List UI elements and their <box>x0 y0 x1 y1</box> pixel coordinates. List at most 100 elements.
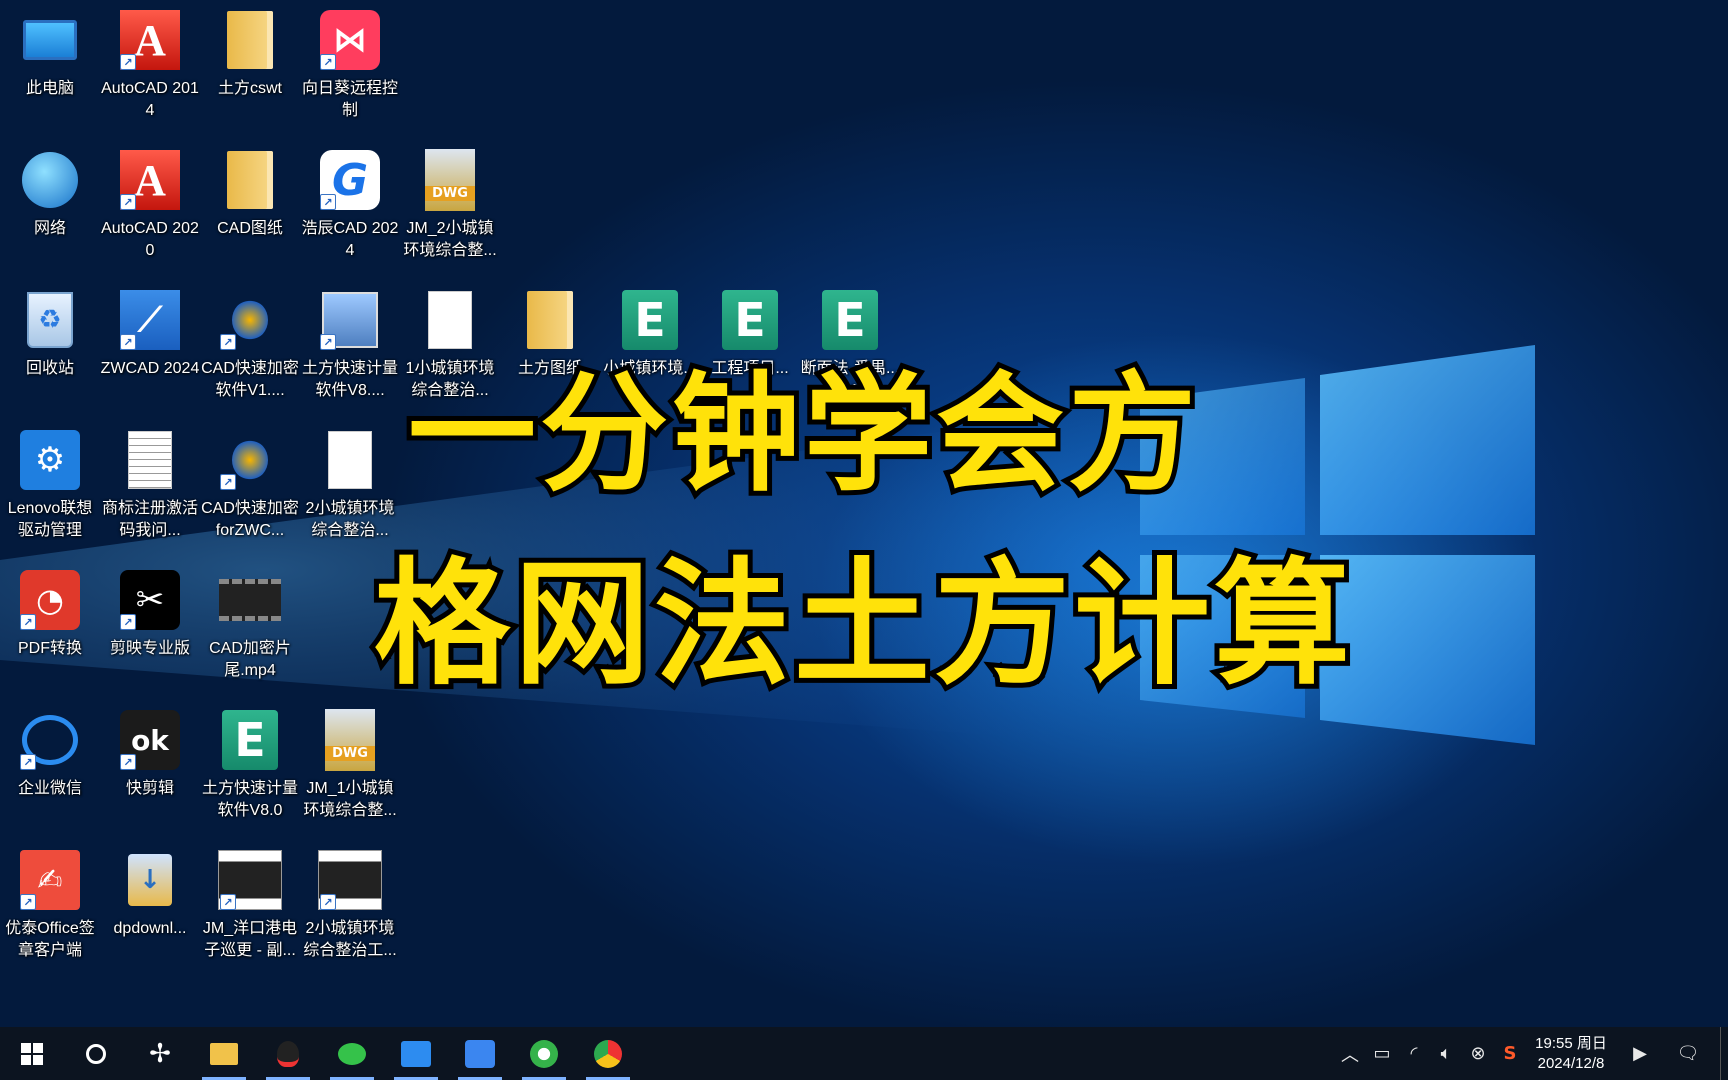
notification-icon[interactable]: 🗨︎ <box>1664 1027 1712 1080</box>
taskbar-app-chrome[interactable] <box>576 1027 640 1080</box>
chevron-up-icon[interactable]: ︿ <box>1334 1027 1366 1080</box>
shortcut-arrow-icon: ↗ <box>20 894 36 910</box>
autocad-icon: A ↗ <box>118 148 182 212</box>
download-icon: ↓ <box>118 848 182 912</box>
sunlogin-icon: ⋈ ↗ <box>318 8 382 72</box>
desktop-icon[interactable]: A ↗ AutoCAD 2020 <box>100 140 200 270</box>
taskbar-app-explorer[interactable] <box>192 1027 256 1080</box>
computer-icon <box>18 8 82 72</box>
search-circle-icon <box>86 1043 106 1064</box>
e-file-icon: E <box>618 288 682 352</box>
desktop-icon-label: 向日葵远程控制 <box>301 80 398 119</box>
desktop-icon[interactable]: ↓ dpdownl... <box>100 840 200 970</box>
desktop-icon-label: 土方快速计量软件V8.0 <box>201 780 298 819</box>
image-file-icon: ↗ <box>218 848 282 912</box>
start-button[interactable] <box>0 1027 64 1080</box>
desktop-icon-label: 快剪辑 <box>125 780 174 797</box>
desktop-icon[interactable]: DWG JM_1小城镇环境综合整... <box>300 700 400 830</box>
overlay-title-line1: 一分钟学会方 <box>403 355 1201 514</box>
bird-icon <box>465 1039 495 1068</box>
wifi-icon[interactable]: ◜ <box>1398 1027 1430 1080</box>
show-desktop-button[interactable] <box>1720 1027 1728 1080</box>
shortcut-arrow-icon: ↗ <box>320 334 336 350</box>
e-file-icon: E <box>818 288 882 352</box>
clock-time: 19:55 周日 <box>1535 1034 1607 1052</box>
windows-icon <box>21 1042 43 1065</box>
network-off-icon[interactable]: ⊗ <box>1462 1027 1494 1080</box>
kuaijianji-icon: ok ↗ <box>118 708 182 772</box>
e-file-icon: E <box>718 288 782 352</box>
taskbar-app-qq[interactable] <box>256 1027 320 1080</box>
desktop-icon-label: JM_洋口港电子巡更 - 副... <box>202 920 298 959</box>
recycle-bin-icon: ♻ <box>18 288 82 352</box>
desktop-icon[interactable]: ✍ ↗ 优泰Office签章客户端 <box>0 840 100 970</box>
chrome-icon <box>594 1039 622 1068</box>
desktop-icon[interactable]: CAD图纸 <box>200 140 300 270</box>
shortcut-arrow-icon: ↗ <box>320 894 336 910</box>
desktop-icon-label: JM_1小城镇环境综合整... <box>303 780 397 819</box>
shortcut-arrow-icon: ↗ <box>120 334 136 350</box>
tablet-mode-icon[interactable]: ▶︎ <box>1616 1027 1664 1080</box>
desktop-icon[interactable]: 网络 <box>0 140 100 270</box>
folder-icon <box>218 148 282 212</box>
overlay-title-line2: 格网法土方计算 <box>369 541 1355 709</box>
installer-icon: ↗ <box>318 288 382 352</box>
volume-icon[interactable]: 🔈︎ <box>1430 1027 1462 1080</box>
desktop-icon[interactable]: E 土方快速计量软件V8.0 <box>200 700 300 830</box>
desktop-icon[interactable]: A ↗ AutoCAD 2014 <box>100 0 200 130</box>
desktop-icon[interactable]: ↗ 企业微信 <box>0 700 100 830</box>
desktop-icon[interactable]: ↗ 2小城镇环境综合整治工... <box>300 840 400 970</box>
clock[interactable]: 19:55 周日 2024/12/8 <box>1526 1034 1616 1074</box>
shortcut-arrow-icon: ↗ <box>320 54 336 70</box>
e-file-icon: E <box>218 708 282 772</box>
desktop-icon-label: 2小城镇环境综合整治工... <box>303 920 397 959</box>
wecom-icon: ↗ <box>18 708 82 772</box>
desktop-icon-label: JM_2小城镇环境综合整... <box>403 220 497 259</box>
taskbar-app-fan[interactable]: ✢ <box>128 1027 192 1080</box>
wechat-icon <box>338 1042 366 1065</box>
qq-icon <box>277 1040 299 1067</box>
folder-icon <box>518 288 582 352</box>
folder-icon <box>218 8 282 72</box>
desktop-icon-label: 土方cswt <box>217 80 282 97</box>
device-icon[interactable]: ▭ <box>1366 1027 1398 1080</box>
dwg-file-icon: DWG <box>418 148 482 212</box>
cortana-button[interactable] <box>64 1027 128 1080</box>
taskbar: ✢ ︿ ▭ ◜ 🔈︎ ⊗ S 19:55 周日 2024/12/8 ▶︎ 🗨︎ <box>0 1027 1728 1080</box>
signature-icon: ✍ ↗ <box>18 848 82 912</box>
sogou-ime-icon[interactable]: S <box>1494 1027 1526 1080</box>
desktop-icon-label: dpdownl... <box>113 920 187 937</box>
network-icon <box>18 148 82 212</box>
app-shortcut-icon: ↗ <box>218 288 282 352</box>
desktop-icon[interactable]: G ↗ 浩辰CAD 2024 <box>300 140 400 270</box>
desktop-icon[interactable]: 此电脑 <box>0 0 100 130</box>
system-tray: ︿ ▭ ◜ 🔈︎ ⊗ S 19:55 周日 2024/12/8 ▶︎ 🗨︎ <box>1334 1027 1728 1080</box>
taskbar-app-photos[interactable] <box>384 1027 448 1080</box>
taskbar-app-feishu[interactable] <box>448 1027 512 1080</box>
autocad-icon: A ↗ <box>118 8 182 72</box>
desktop-icon[interactable]: ↗ JM_洋口港电子巡更 - 副... <box>200 840 300 970</box>
shortcut-arrow-icon: ↗ <box>120 194 136 210</box>
zwcad-icon: ⟋ ↗ <box>118 288 182 352</box>
desktop-icon-grid: 此电脑 A ↗ AutoCAD 2014 土方cswt ⋈ ↗ 向日葵远程控制网络 A ↗ Auto… <box>0 0 1728 1027</box>
taskbar-app-360[interactable] <box>512 1027 576 1080</box>
shortcut-arrow-icon: ↗ <box>220 894 236 910</box>
taskbar-app-wechat[interactable] <box>320 1027 384 1080</box>
clock-date: 2024/12/8 <box>1537 1054 1605 1072</box>
desktop-icon-label: 网络 <box>33 220 66 237</box>
desktop-icon[interactable]: 土方cswt <box>200 0 300 130</box>
desktop-icon[interactable]: ⋈ ↗ 向日葵远程控制 <box>300 0 400 130</box>
shortcut-arrow-icon: ↗ <box>220 334 236 350</box>
fan-icon: ✢ <box>149 1038 171 1069</box>
desktop-icon-label: 此电脑 <box>25 80 74 97</box>
dwg-file-icon: DWG <box>318 708 382 772</box>
desktop-icon-label: AutoCAD 2014 <box>101 80 199 119</box>
gstarcad-icon: G ↗ <box>318 148 382 212</box>
desktop-icon-label: 企业微信 <box>17 780 82 797</box>
desktop-icon[interactable]: DWG JM_2小城镇环境综合整... <box>400 140 500 270</box>
desktop-icon[interactable]: ok ↗ 快剪辑 <box>100 700 200 830</box>
browser-360-icon <box>530 1039 558 1068</box>
shortcut-arrow-icon: ↗ <box>20 754 36 770</box>
desktop-icon-label: AutoCAD 2020 <box>101 220 199 259</box>
photos-icon <box>401 1040 431 1067</box>
